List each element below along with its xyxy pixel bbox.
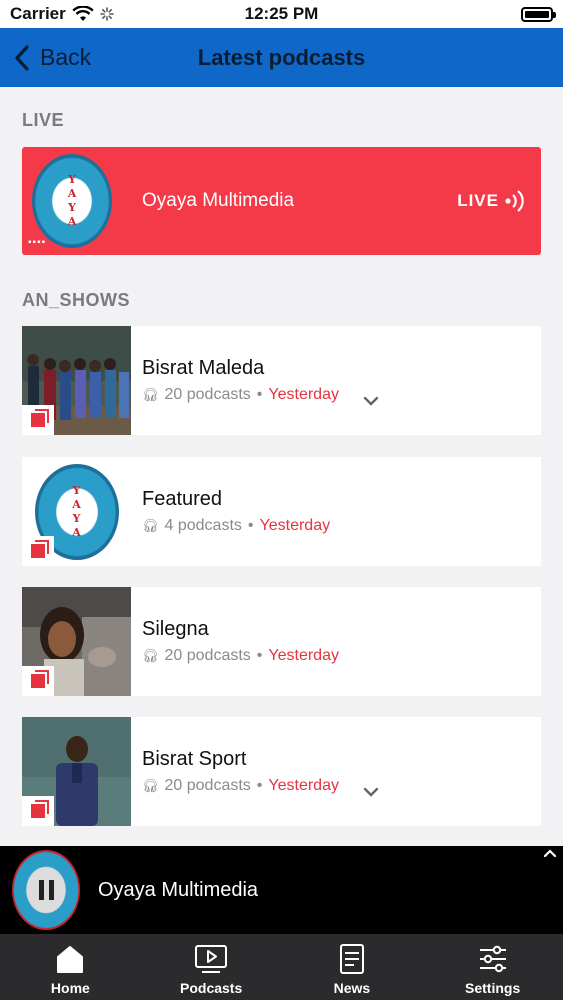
live-badge: LIVE — [457, 189, 525, 213]
player-title: Oyaya Multimedia — [98, 878, 259, 901]
logo-letter: Y — [68, 173, 76, 186]
show-title: Bisrat Sport — [142, 748, 247, 770]
show-meta: 🎧︎ 4 podcasts • Yesterday — [142, 517, 541, 535]
mini-player[interactable]: Oyaya Multimedia — [0, 846, 563, 934]
tab-bar: Home Podcasts News Settings — [0, 934, 563, 1000]
show-thumbnail — [22, 326, 131, 435]
show-meta: 🎧︎ 20 podcasts • Yesterday — [142, 386, 541, 404]
updated-time: Yesterday — [268, 386, 339, 403]
show-thumbnail — [22, 587, 131, 696]
tab-news[interactable]: News — [282, 934, 423, 1000]
back-label: Back — [40, 44, 92, 70]
battery-icon — [521, 6, 556, 22]
settings-icon — [476, 942, 510, 976]
separator-dot: • — [256, 386, 263, 403]
show-info: Silegna 🎧︎ 20 podcasts • Yesterday — [142, 618, 541, 665]
status-bar: Carrier 12:25 PM — [0, 0, 563, 28]
show-thumbnail — [22, 717, 131, 826]
tab-podcasts[interactable]: Podcasts — [141, 934, 282, 1000]
tab-settings[interactable]: Settings — [422, 934, 563, 1000]
broadcast-icon — [505, 190, 524, 212]
station-logo: Y A Y A — [22, 151, 122, 251]
navigation-bar: Back Latest podcasts — [0, 28, 563, 87]
status-time: 12:25 PM — [244, 4, 319, 23]
show-thumbnail: Y A Y A — [22, 457, 131, 566]
podcast-badge-icon — [22, 405, 54, 435]
show-card-silegna[interactable]: Silegna 🎧︎ 20 podcasts • Yesterday — [22, 587, 541, 696]
podcasts-icon — [194, 942, 228, 976]
podcast-badge-icon — [22, 666, 54, 696]
podcast-count: 20 podcasts — [164, 777, 251, 794]
play-pause-button[interactable] — [12, 850, 80, 930]
live-section-label: LIVE — [22, 110, 65, 130]
show-meta: 🎧︎ 20 podcasts • Yesterday — [142, 647, 541, 665]
chevron-down-icon[interactable] — [363, 396, 379, 406]
separator-dot: • — [256, 777, 263, 794]
chevron-left-icon — [15, 44, 29, 71]
headphones-icon: 🎧︎ — [142, 387, 159, 402]
show-card-featured[interactable]: Y A Y A Featured 🎧︎ 4 podcasts • Yesterd… — [22, 457, 541, 566]
news-icon — [335, 942, 369, 976]
shows-section-label: AN_SHOWS — [22, 290, 131, 310]
podcast-count: 20 podcasts — [164, 386, 251, 403]
updated-time: Yesterday — [268, 647, 339, 664]
updated-time: Yesterday — [268, 777, 339, 794]
logo-letter: Y — [68, 201, 76, 214]
chevron-up-icon[interactable] — [543, 848, 557, 858]
logo-letter: Y — [72, 483, 81, 497]
headphones-icon: 🎧︎ — [142, 518, 159, 533]
chevron-down-icon[interactable] — [363, 787, 379, 797]
tab-label: Podcasts — [180, 980, 243, 996]
live-badge-label: LIVE — [457, 191, 499, 210]
home-icon — [53, 942, 87, 976]
podcast-badge-icon — [22, 536, 54, 566]
podcast-badge-icon — [22, 796, 54, 826]
show-info: Bisrat Maleda 🎧︎ 20 podcasts • Yesterday — [142, 357, 541, 404]
tab-label: Settings — [465, 980, 521, 996]
show-meta: 🎧︎ 20 podcasts • Yesterday — [142, 777, 541, 795]
headphones-icon: 🎧︎ — [142, 778, 159, 793]
logo-letter: A — [67, 215, 77, 228]
oyaya-logo: Y A Y A — [32, 154, 112, 248]
show-info: Featured 🎧︎ 4 podcasts • Yesterday — [142, 488, 541, 535]
live-station-name: Oyaya Multimedia — [142, 190, 295, 211]
headphones-icon: 🎧︎ — [142, 648, 159, 663]
podcast-count: 4 podcasts — [164, 517, 242, 534]
logo-letter: A — [72, 497, 81, 511]
tab-label: News — [333, 980, 371, 996]
show-title: Featured — [142, 488, 223, 510]
separator-dot: • — [256, 647, 263, 664]
logo-letter: A — [72, 525, 81, 539]
tab-label: Home — [50, 980, 90, 996]
logo-letter: A — [67, 187, 77, 200]
show-card-bisrat-sport[interactable]: Bisrat Sport 🎧︎ 20 podcasts • Yesterday — [22, 717, 541, 826]
show-card-bisrat-maleda[interactable]: Bisrat Maleda 🎧︎ 20 podcasts • Yesterday — [22, 326, 541, 435]
back-button[interactable]: Back — [14, 44, 91, 71]
tab-home[interactable]: Home — [0, 934, 141, 1000]
show-info: Bisrat Sport 🎧︎ 20 podcasts • Yesterday — [142, 748, 541, 795]
pause-icon — [38, 880, 54, 900]
signal-dots-icon: ▪▪▪▪ — [28, 237, 47, 248]
show-title: Bisrat Maleda — [142, 357, 265, 379]
updated-time: Yesterday — [259, 517, 331, 534]
separator-dot: • — [247, 517, 254, 534]
live-station-card[interactable]: Y A Y A Oyaya Multimedia LIVE ▪▪▪▪ — [22, 147, 541, 255]
logo-letter: Y — [72, 511, 81, 525]
podcast-count: 20 podcasts — [164, 647, 251, 664]
show-title: Silegna — [142, 618, 209, 640]
